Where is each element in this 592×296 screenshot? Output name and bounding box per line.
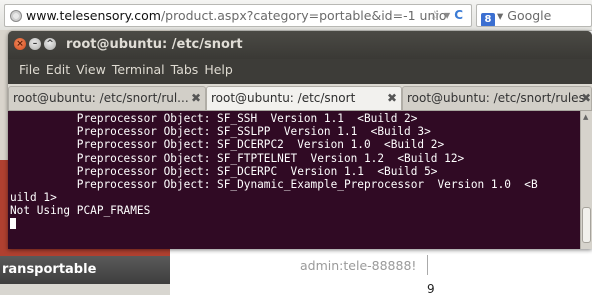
tab-label: root@ubuntu: /etc/snort/rul... bbox=[13, 91, 189, 105]
url-dropdown-icon[interactable]: ▾ bbox=[444, 8, 450, 22]
tab-snort[interactable]: root@ubuntu: /etc/snort ✖ bbox=[206, 86, 402, 110]
terminal-output[interactable]: Preprocessor Object: SF_SSH Version 1.1 … bbox=[8, 111, 580, 249]
url-host: www.telesensory.com bbox=[26, 8, 161, 23]
reload-icon[interactable]: C bbox=[454, 8, 463, 22]
address-bar[interactable]: www.telesensory.com/product.aspx?categor… bbox=[4, 4, 472, 27]
menu-help[interactable]: Help bbox=[201, 59, 236, 81]
menu-view[interactable]: View bbox=[73, 59, 109, 81]
terminal-scrollbar[interactable]: ▲ bbox=[580, 111, 592, 249]
sidebar-strip bbox=[0, 284, 170, 295]
scrollbar-thumb[interactable] bbox=[582, 207, 591, 243]
terminal-text: Preprocessor Object: SF_SSH Version 1.1 … bbox=[10, 112, 538, 231]
tab-close-icon[interactable]: ✖ bbox=[387, 87, 397, 110]
menu-tabs[interactable]: Tabs bbox=[168, 59, 202, 81]
output-line: uild 1> bbox=[10, 191, 57, 205]
tab-label: root@ubuntu: /etc/snort/rules bbox=[407, 91, 585, 105]
menu-terminal[interactable]: Terminal bbox=[109, 59, 168, 81]
title-bar[interactable]: × – ^ root@ubuntu: /etc/snort bbox=[8, 31, 592, 59]
search-engine-icon[interactable]: 8 bbox=[481, 13, 495, 26]
tab-snort-rul[interactable]: root@ubuntu: /etc/snort/rul... ✖ bbox=[8, 86, 206, 110]
scroll-up-arrow-icon[interactable]: ▲ bbox=[583, 113, 588, 121]
globe-icon bbox=[10, 10, 22, 22]
text-cursor bbox=[10, 217, 16, 229]
menu-bar: File Edit View Terminal Tabs Help bbox=[8, 59, 592, 81]
page-number: 9 bbox=[427, 282, 435, 296]
output-line: Preprocessor Object: SF_DCERPC Version 1… bbox=[10, 164, 438, 178]
output-line: Preprocessor Object: SF_DCERPC2 Version … bbox=[10, 138, 445, 152]
menu-edit[interactable]: Edit bbox=[43, 59, 73, 81]
bookmark-star-icon[interactable]: ☆ bbox=[429, 8, 440, 22]
page-divider bbox=[427, 255, 428, 275]
tab-label: root@ubuntu: /etc/snort bbox=[211, 91, 356, 105]
output-line: Preprocessor Object: SF_Dynamic_Example_… bbox=[10, 178, 538, 192]
search-box[interactable]: 8 ▾ Google bbox=[476, 4, 592, 27]
output-line: Preprocessor Object: SF_FTPTELNET Versio… bbox=[10, 151, 465, 165]
page-credential-text: admin:tele-88888! bbox=[300, 258, 417, 273]
browser-toolbar: www.telesensory.com/product.aspx?categor… bbox=[0, 0, 592, 31]
window-title: root@ubuntu: /etc/snort bbox=[66, 37, 243, 52]
tab-close-icon[interactable]: ✖ bbox=[191, 87, 201, 110]
output-line: Not Using PCAP_FRAMES bbox=[10, 204, 151, 218]
close-window-button[interactable]: × bbox=[14, 38, 26, 50]
tab-bar: root@ubuntu: /etc/snort/rul... ✖ root@ub… bbox=[8, 84, 592, 111]
output-line: Preprocessor Object: SF_SSLPP Version 1.… bbox=[10, 125, 431, 139]
maximize-window-button[interactable]: ^ bbox=[44, 38, 56, 50]
url-path: /product.aspx?category=portable&id=-1 un… bbox=[160, 8, 447, 23]
search-engine-label: Google bbox=[507, 8, 552, 23]
minimize-window-button[interactable]: – bbox=[29, 38, 41, 50]
menu-file[interactable]: File bbox=[16, 59, 43, 81]
tab-close-icon[interactable]: ✖ bbox=[581, 87, 591, 110]
sidebar-category-title[interactable]: ransportable bbox=[0, 256, 170, 284]
search-engine-dropdown-icon[interactable]: ▾ bbox=[497, 8, 503, 23]
tab-snort-rules[interactable]: root@ubuntu: /etc/snort/rules ✖ bbox=[402, 86, 592, 110]
output-line: Preprocessor Object: SF_SSH Version 1.1 … bbox=[10, 112, 418, 125]
